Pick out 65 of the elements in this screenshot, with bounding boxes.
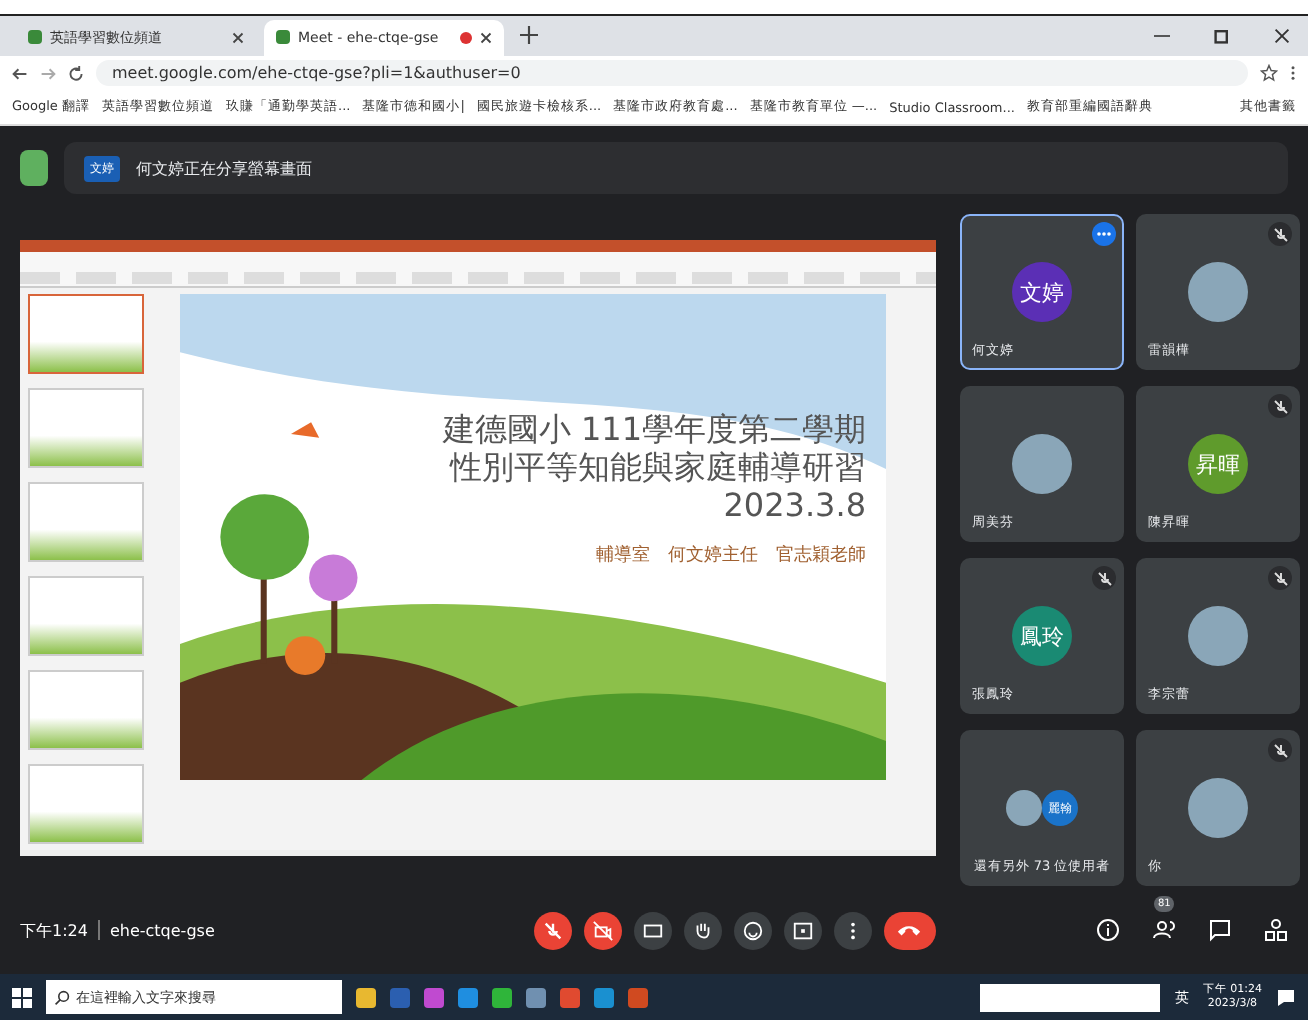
slide-thumbnail[interactable]	[28, 293, 144, 374]
taskbar-app-icon[interactable]	[458, 987, 478, 1008]
reload-icon[interactable]	[68, 65, 84, 82]
meeting-time: 下午1:24	[20, 919, 88, 942]
presenter-text: 何文婷正在分享螢幕畫面	[136, 157, 312, 180]
avatar-initials: 鳳玲	[1012, 606, 1072, 667]
mic-off-button[interactable]	[533, 911, 571, 950]
close-icon[interactable]	[232, 31, 244, 44]
slide-thumbnail[interactable]	[28, 481, 144, 562]
address-toolbar-field[interactable]	[980, 983, 1161, 1012]
phone-icon	[896, 922, 922, 939]
muted-mic-icon	[541, 919, 563, 942]
info-icon[interactable]	[1096, 918, 1120, 943]
slide-thumbnail[interactable]	[28, 669, 144, 750]
avatar-initials: 昇暉	[1188, 434, 1248, 495]
slide-thumbnail[interactable]	[28, 763, 144, 844]
camera-off-icon	[591, 919, 613, 942]
slide-thumbnail[interactable]	[28, 575, 144, 656]
avatar-photo-placeholder	[1012, 434, 1072, 495]
avatar-photo-placeholder	[1006, 790, 1042, 827]
captions-icon	[641, 919, 663, 942]
activities-icon[interactable]	[1264, 918, 1288, 943]
avatar-photo-placeholder	[1188, 262, 1248, 323]
hand-icon	[691, 919, 713, 942]
smiley-icon	[741, 919, 763, 942]
taskbar-app-icon[interactable]	[424, 987, 444, 1008]
meeting-code: ehe-ctqe-gse	[109, 921, 215, 940]
taskbar-app-icon[interactable]	[526, 987, 546, 1008]
chat-icon[interactable]	[1208, 918, 1232, 943]
slide-title: 建德國小 111學年度第二學期	[442, 409, 866, 448]
avatar-photo-placeholder	[1188, 778, 1248, 839]
slide-thumbnail[interactable]	[28, 387, 144, 468]
more-options-button[interactable]	[833, 911, 871, 950]
camera-off-button[interactable]	[583, 911, 621, 950]
raise-hand-button[interactable]	[683, 911, 721, 950]
new-tab-icon[interactable]	[520, 26, 538, 45]
taskbar-app-icon[interactable]	[594, 987, 614, 1008]
slide-title: 性別平等知能與家庭輔導研習	[447, 447, 866, 486]
favicon-icon	[276, 30, 290, 45]
menu-icon[interactable]	[1290, 64, 1296, 83]
present-button[interactable]	[783, 911, 821, 950]
presentation-icon[interactable]	[20, 150, 48, 187]
windows-start-icon[interactable]	[12, 987, 32, 1008]
emoji-button[interactable]	[733, 911, 771, 950]
slide-title: 2023.3.8	[721, 485, 866, 524]
leave-call-button[interactable]	[883, 911, 935, 950]
avatar-initials: 文婷	[1012, 262, 1072, 323]
close-icon[interactable]	[1274, 27, 1290, 44]
notification-icon[interactable]	[1276, 987, 1296, 1008]
taskbar-app-icon[interactable]	[628, 987, 648, 1008]
slide-subtitle: 輔導室 何文婷主任 官志穎老師	[594, 543, 866, 568]
address-field[interactable]: meet.google.com/ehe-ctqe-gse?pli=1&authuser=0	[96, 60, 1248, 87]
back-icon[interactable]	[12, 65, 28, 82]
star-icon[interactable]	[1260, 64, 1278, 83]
captions-button[interactable]	[633, 911, 671, 950]
present-icon	[791, 919, 813, 942]
avatar-photo-placeholder	[1188, 606, 1248, 667]
taskbar-app-icon[interactable]	[560, 987, 580, 1008]
taskbar-app-icon[interactable]	[356, 987, 376, 1008]
restore-icon[interactable]	[1214, 27, 1230, 44]
favicon-icon	[28, 30, 42, 45]
taskbar-app-icon[interactable]	[492, 987, 512, 1008]
close-icon[interactable]	[480, 31, 492, 44]
more-options-icon[interactable]	[1092, 222, 1116, 247]
recording-dot-icon	[460, 31, 472, 44]
